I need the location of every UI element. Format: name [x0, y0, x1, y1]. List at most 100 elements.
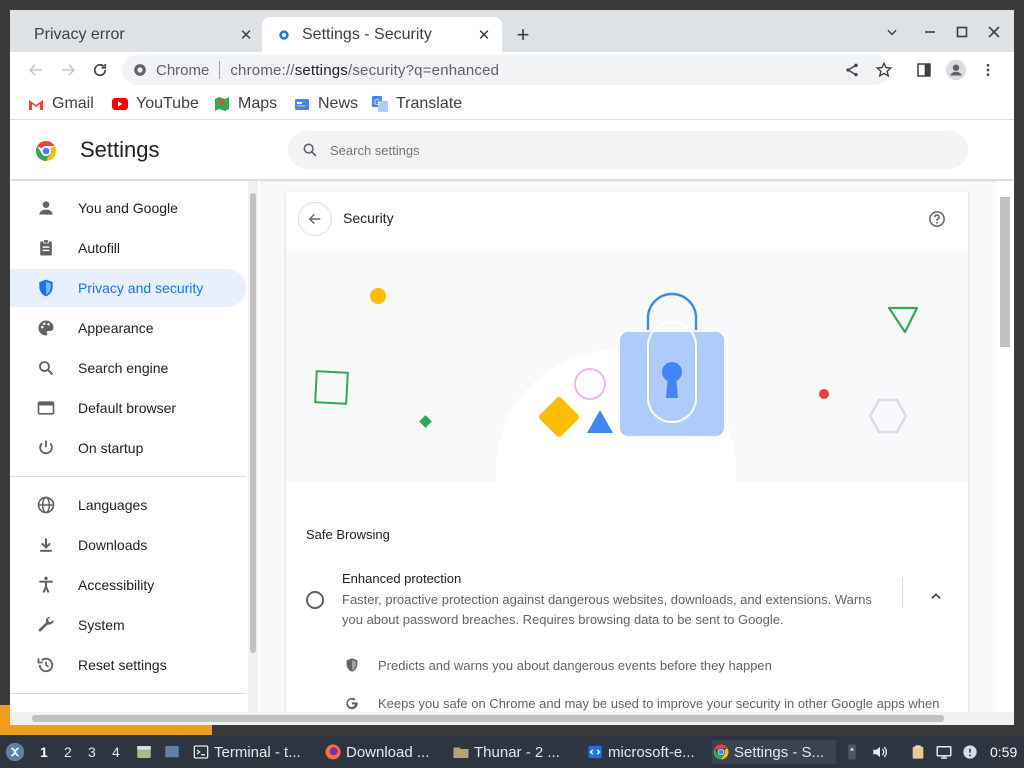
- tab-title: Settings - Security: [302, 25, 432, 43]
- task-firefox-download[interactable]: Download ...: [324, 740, 442, 764]
- address-bar[interactable]: Chrome chrome://settings/security?q=enha…: [122, 55, 890, 85]
- divider: [902, 578, 903, 608]
- search-input[interactable]: [330, 142, 930, 158]
- back-button[interactable]: [298, 202, 332, 236]
- help-icon[interactable]: [926, 208, 948, 230]
- bookmark-maps[interactable]: Maps: [214, 93, 277, 115]
- minimize-button[interactable]: [918, 20, 942, 44]
- translate-icon: G: [372, 96, 388, 112]
- side-panel-icon[interactable]: [912, 58, 936, 82]
- download-icon: [34, 533, 58, 557]
- sidebar-item-autofill[interactable]: Autofill: [10, 229, 246, 267]
- enhanced-protection-radio[interactable]: [306, 591, 324, 609]
- network-icon[interactable]: [934, 742, 954, 762]
- search-settings-box[interactable]: [288, 131, 968, 169]
- clipboard-icon[interactable]: [908, 742, 928, 762]
- workspace-1[interactable]: 1: [40, 744, 48, 760]
- sidebar-item-accessibility[interactable]: Accessibility: [10, 566, 246, 604]
- bookmark-youtube[interactable]: YouTube: [112, 93, 199, 115]
- clock: 0:59: [990, 744, 1018, 760]
- browser-window: Privacy error ✕ Settings - Security ✕ +: [10, 10, 1014, 725]
- maps-icon: [214, 96, 230, 112]
- forward-arrow-icon[interactable]: [54, 56, 82, 84]
- taskbar: 1 2 3 4 Terminal - t... Download ... Thu…: [0, 736, 1024, 768]
- sidebar-item-system[interactable]: System: [10, 606, 246, 644]
- main-scrollbar[interactable]: [996, 181, 1014, 725]
- chevron-down-icon[interactable]: [880, 20, 904, 44]
- star-icon[interactable]: [872, 58, 896, 82]
- option-title: Enhanced protection: [342, 571, 462, 586]
- tab-privacy-error[interactable]: Privacy error ✕: [18, 17, 264, 52]
- volume-icon[interactable]: [870, 742, 890, 762]
- browser-icon: [34, 396, 58, 420]
- wrench-icon: [34, 613, 58, 637]
- sidebar-item-you-and-google[interactable]: You and Google: [10, 189, 246, 227]
- workspace-3[interactable]: 3: [88, 744, 96, 760]
- task-thunar[interactable]: Thunar - 2 ...: [452, 740, 576, 764]
- omnibox-chip: Chrome: [156, 61, 210, 79]
- close-icon[interactable]: ✕: [236, 25, 256, 45]
- firefox-icon: [324, 743, 342, 761]
- start-menu-icon[interactable]: [4, 741, 26, 763]
- sidebar-scrollbar[interactable]: [248, 181, 258, 725]
- sidebar-item-reset-settings[interactable]: Reset settings: [10, 646, 246, 684]
- task-chrome-settings[interactable]: Settings - S...: [712, 740, 836, 764]
- horizontal-scrollbar[interactable]: [10, 712, 1014, 725]
- shield-icon: [342, 655, 362, 675]
- sidebar-item-downloads[interactable]: Downloads: [10, 526, 246, 564]
- option-description: Faster, proactive protection against dan…: [342, 592, 872, 627]
- desktop-icon[interactable]: [162, 742, 182, 762]
- gear-icon: [276, 27, 292, 43]
- accessibility-icon: [34, 573, 58, 597]
- maximize-button[interactable]: [950, 20, 974, 44]
- profile-icon[interactable]: [944, 58, 968, 82]
- task-terminal[interactable]: Terminal - t...: [192, 740, 316, 764]
- close-window-button[interactable]: [982, 20, 1006, 44]
- youtube-icon: [112, 96, 128, 112]
- page-title: Security: [343, 210, 394, 226]
- bookmark-news[interactable]: News: [294, 93, 358, 115]
- settings-sidebar: You and Google Autofill Privacy and secu…: [10, 181, 260, 725]
- files-icon[interactable]: [134, 742, 154, 762]
- back-arrow-icon[interactable]: [22, 56, 50, 84]
- search-icon: [34, 356, 58, 380]
- chrome-logo-icon: [36, 141, 56, 161]
- workspace-4[interactable]: 4: [112, 744, 120, 760]
- new-tab-button[interactable]: +: [510, 22, 536, 48]
- tab-settings-security[interactable]: Settings - Security ✕: [262, 17, 502, 52]
- share-icon[interactable]: [840, 58, 864, 82]
- toolbar: Chrome chrome://settings/security?q=enha…: [10, 52, 1014, 88]
- sidebar-item-privacy-and-security[interactable]: Privacy and security: [10, 269, 246, 307]
- scrollbar-thumb[interactable]: [250, 193, 256, 653]
- more-menu-icon[interactable]: [976, 58, 1000, 82]
- sidebar-item-on-startup[interactable]: On startup: [10, 429, 246, 467]
- sidebar-item-default-browser[interactable]: Default browser: [10, 389, 246, 427]
- clipboard-icon: [34, 236, 58, 260]
- close-icon[interactable]: ✕: [474, 25, 494, 45]
- folder-icon: [452, 743, 470, 761]
- scrollbar-thumb[interactable]: [1000, 197, 1010, 347]
- scroll-indicator-icon: [842, 742, 862, 762]
- bookmarks-bar: Gmail YouTube Maps News G Translate: [10, 88, 1014, 120]
- chevron-up-icon[interactable]: [924, 584, 948, 608]
- sidebar-divider: [10, 693, 246, 694]
- feature-bullet: Keeps you safe on Chrome and may be used…: [342, 693, 939, 713]
- svg-text:G: G: [374, 98, 380, 107]
- security-card: Security Safe Browsing Enhanced protecti…: [286, 192, 968, 725]
- chrome-icon: [712, 743, 730, 761]
- url-text: chrome://settings/security?q=enhanced: [230, 61, 500, 79]
- vscode-icon: [586, 743, 604, 761]
- reload-icon[interactable]: [86, 56, 114, 84]
- sidebar-item-search-engine[interactable]: Search engine: [10, 349, 246, 387]
- bookmark-translate[interactable]: G Translate: [372, 93, 462, 115]
- sidebar-item-appearance[interactable]: Appearance: [10, 309, 246, 347]
- scrollbar-thumb[interactable]: [32, 715, 944, 722]
- workspace-2[interactable]: 2: [64, 744, 72, 760]
- task-microsoft-edge[interactable]: microsoft-e...: [586, 740, 704, 764]
- bookmark-gmail[interactable]: Gmail: [28, 93, 94, 115]
- sidebar-item-languages[interactable]: Languages: [10, 486, 246, 524]
- notification-icon[interactable]: [960, 742, 980, 762]
- palette-icon: [34, 316, 58, 340]
- sidebar-divider: [10, 476, 246, 477]
- tab-strip: Privacy error ✕ Settings - Security ✕ +: [10, 10, 1014, 52]
